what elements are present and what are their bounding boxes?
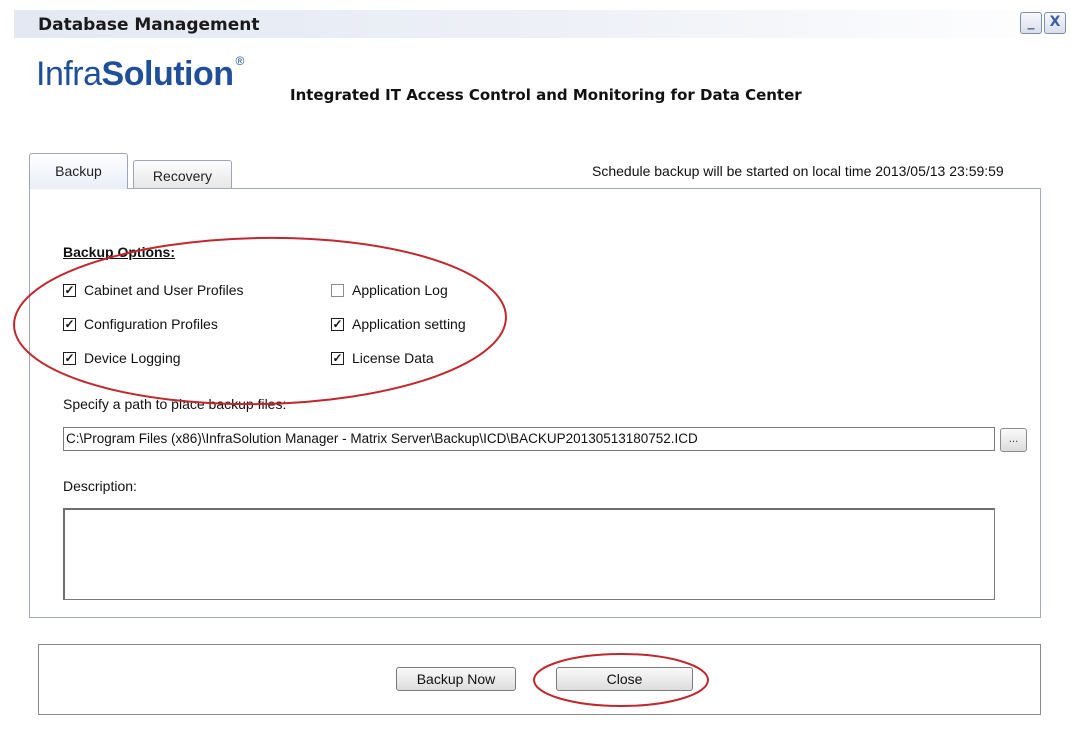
checkbox-label: License Data	[352, 350, 434, 366]
schedule-status-text: Schedule backup will be started on local…	[592, 163, 1004, 179]
infrasolution-logo: InfraSolution ®	[36, 53, 245, 99]
checkbox-label: Cabinet and User Profiles	[84, 282, 244, 298]
checkbox-label: Configuration Profiles	[84, 316, 218, 332]
tab-recovery[interactable]: Recovery	[133, 160, 232, 189]
browse-path-button[interactable]: ...	[1000, 428, 1027, 452]
checkbox-checked-icon: ✓	[63, 282, 76, 297]
checkbox-cabinet-user-profiles[interactable]: ✓ Cabinet and User Profiles	[63, 281, 244, 299]
backup-path-label: Specify a path to place backup files:	[63, 396, 287, 412]
checkbox-application-setting[interactable]: ✓ Application setting	[331, 315, 466, 333]
registered-mark: ®	[235, 53, 245, 68]
close-window-button[interactable]: X	[1044, 12, 1066, 34]
window-title: Database Management	[38, 15, 260, 35]
logo-infra: Infra	[36, 55, 102, 93]
close-icon: X	[1049, 14, 1061, 30]
checkbox-application-log[interactable]: Application Log	[331, 281, 448, 299]
backup-options-heading: Backup Options:	[63, 244, 176, 260]
description-textarea[interactable]	[63, 508, 995, 600]
backup-now-button[interactable]: Backup Now	[396, 667, 516, 691]
backup-path-input[interactable]: C:\Program Files (x86)\InfraSolution Man…	[63, 427, 995, 451]
button-footer	[38, 644, 1041, 715]
close-button[interactable]: Close	[556, 667, 693, 691]
minimize-icon: _	[1027, 14, 1035, 30]
minimize-button[interactable]: _	[1020, 12, 1042, 34]
product-tagline: Integrated IT Access Control and Monitor…	[290, 86, 802, 104]
checkbox-label: Application setting	[352, 316, 466, 332]
checkbox-device-logging[interactable]: ✓ Device Logging	[63, 349, 181, 367]
checkbox-checked-icon: ✓	[63, 316, 76, 331]
checkbox-unchecked-icon	[331, 283, 344, 297]
logo-solution: Solution	[101, 55, 234, 93]
checkbox-checked-icon: ✓	[331, 316, 344, 331]
description-label: Description:	[63, 478, 137, 494]
checkbox-label: Device Logging	[84, 350, 181, 366]
checkbox-configuration-profiles[interactable]: ✓ Configuration Profiles	[63, 315, 218, 333]
checkbox-license-data[interactable]: ✓ License Data	[331, 349, 434, 367]
window-titlebar: Database Management	[14, 10, 1070, 38]
checkbox-label: Application Log	[352, 282, 448, 298]
checkbox-checked-icon: ✓	[63, 350, 76, 365]
tab-backup[interactable]: Backup	[29, 153, 128, 189]
checkbox-checked-icon: ✓	[331, 350, 344, 365]
